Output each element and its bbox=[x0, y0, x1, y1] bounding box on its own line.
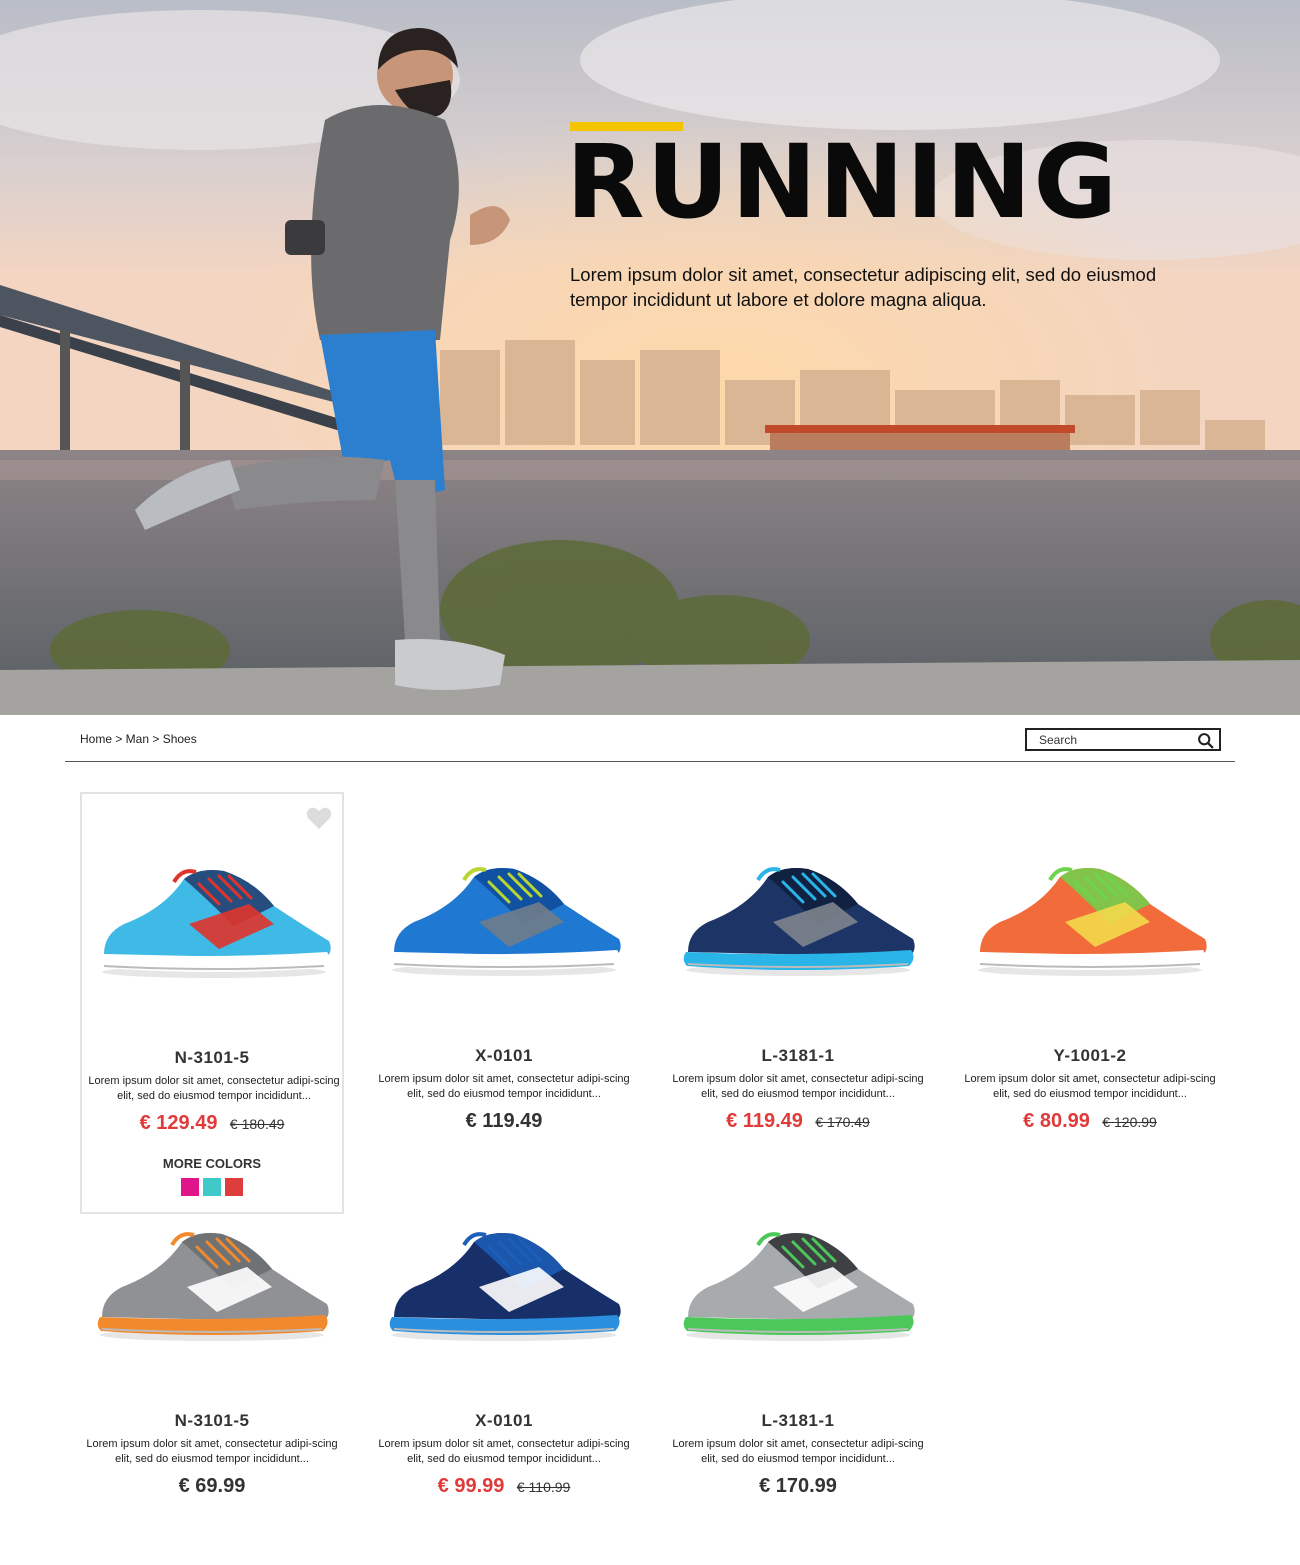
product-image[interactable] bbox=[384, 852, 624, 982]
product-image[interactable] bbox=[970, 852, 1210, 982]
product-name[interactable]: N-3101-5 bbox=[80, 1411, 344, 1431]
heart-icon[interactable] bbox=[306, 806, 332, 830]
hero-description: Lorem ipsum dolor sit amet, consectetur … bbox=[570, 264, 1157, 310]
product-image[interactable] bbox=[94, 854, 334, 984]
hero-photo bbox=[0, 0, 1300, 715]
product-price: € 99.99 bbox=[437, 1475, 505, 1497]
product-image[interactable] bbox=[678, 1217, 918, 1347]
search-icon[interactable] bbox=[1197, 732, 1214, 749]
product-card-3[interactable]: L-3181-1 Lorem ipsum dolor sit amet, con… bbox=[666, 792, 930, 1214]
product-price-block: € 170.99 bbox=[666, 1475, 930, 1498]
product-price: € 170.99 bbox=[759, 1475, 837, 1497]
breadcrumb[interactable]: Home > Man > Shoes bbox=[80, 732, 197, 746]
search-input[interactable] bbox=[1027, 732, 1192, 747]
product-image[interactable] bbox=[678, 852, 918, 982]
product-name[interactable]: Y-1001-2 bbox=[958, 1046, 1222, 1066]
hero-banner: RUNNING Lorem ipsum dolor sit amet, cons… bbox=[0, 0, 1300, 715]
product-name[interactable]: N-3101-5 bbox=[82, 1048, 342, 1068]
product-description: Lorem ipsum dolor sit amet, consectetur … bbox=[672, 1073, 924, 1100]
product-card-4[interactable]: Y-1001-2 Lorem ipsum dolor sit amet, con… bbox=[958, 792, 1222, 1214]
product-card-5[interactable]: N-3101-5 Lorem ipsum dolor sit amet, con… bbox=[80, 1157, 344, 1565]
product-description: Lorem ipsum dolor sit amet, consectetur … bbox=[86, 1438, 338, 1465]
product-name[interactable]: X-0101 bbox=[372, 1046, 636, 1066]
product-image[interactable] bbox=[92, 1217, 332, 1347]
product-price-block: € 99.99 € 110.99 bbox=[372, 1475, 636, 1498]
product-description: Lorem ipsum dolor sit amet, consectetur … bbox=[672, 1438, 924, 1465]
product-price-block: € 80.99 € 120.99 bbox=[958, 1110, 1222, 1133]
toolbar-divider bbox=[65, 761, 1235, 762]
product-name[interactable]: L-3181-1 bbox=[666, 1046, 930, 1066]
product-old-price: € 180.49 bbox=[229, 1116, 285, 1132]
product-card-7[interactable]: L-3181-1 Lorem ipsum dolor sit amet, con… bbox=[666, 1157, 930, 1565]
product-description: Lorem ipsum dolor sit amet, consectetur … bbox=[88, 1075, 340, 1102]
product-card-6[interactable]: X-0101 Lorem ipsum dolor sit amet, conse… bbox=[372, 1157, 636, 1565]
product-price: € 119.49 bbox=[726, 1110, 803, 1132]
product-image[interactable] bbox=[384, 1217, 624, 1347]
product-price: € 129.49 bbox=[139, 1112, 218, 1134]
product-card-1[interactable]: N-3101-5 Lorem ipsum dolor sit amet, con… bbox=[80, 792, 344, 1214]
product-name[interactable]: L-3181-1 bbox=[666, 1411, 930, 1431]
product-description: Lorem ipsum dolor sit amet, consectetur … bbox=[378, 1073, 630, 1100]
product-old-price: € 120.99 bbox=[1102, 1114, 1157, 1130]
product-price: € 80.99 bbox=[1023, 1110, 1090, 1132]
product-price-block: € 69.99 bbox=[80, 1475, 344, 1498]
product-price-block: € 129.49 € 180.49 bbox=[82, 1112, 342, 1135]
product-card-2[interactable]: X-0101 Lorem ipsum dolor sit amet, conse… bbox=[372, 792, 636, 1214]
hero-title: RUNNING bbox=[566, 123, 1120, 242]
product-name[interactable]: X-0101 bbox=[372, 1411, 636, 1431]
product-old-price: € 170.49 bbox=[815, 1114, 870, 1130]
product-description: Lorem ipsum dolor sit amet, consectetur … bbox=[964, 1073, 1216, 1100]
product-price: € 69.99 bbox=[178, 1475, 246, 1497]
product-description: Lorem ipsum dolor sit amet, consectetur … bbox=[378, 1438, 630, 1465]
product-price-block: € 119.49 bbox=[372, 1110, 636, 1133]
product-price: € 119.49 bbox=[465, 1110, 543, 1132]
product-old-price: € 110.99 bbox=[516, 1479, 571, 1495]
product-price-block: € 119.49 € 170.49 bbox=[666, 1110, 930, 1133]
search-box[interactable] bbox=[1025, 728, 1221, 751]
